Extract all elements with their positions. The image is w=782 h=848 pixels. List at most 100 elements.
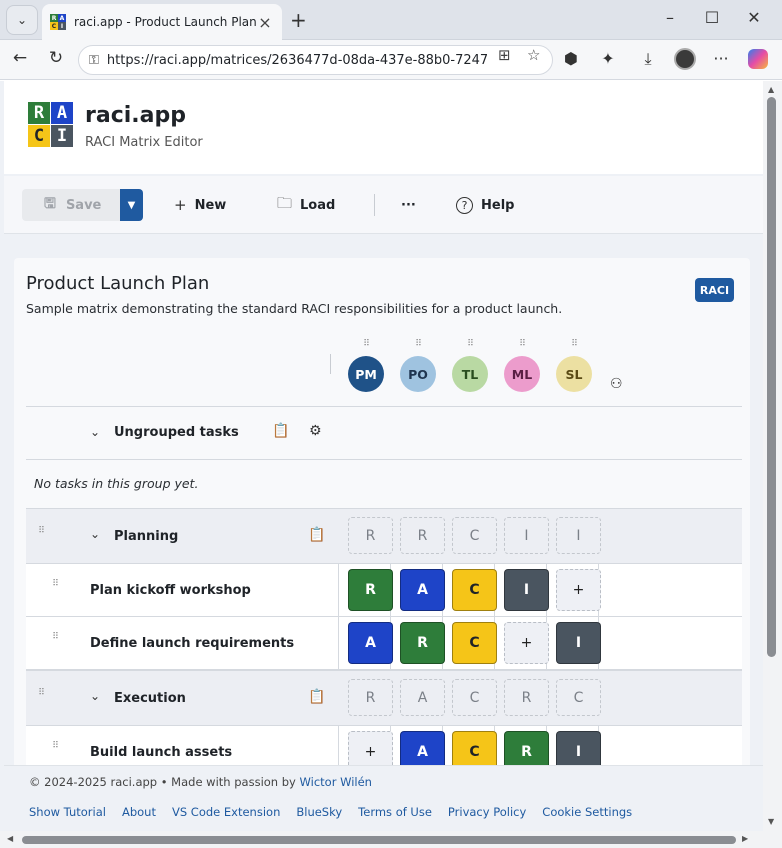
site-info-icon[interactable]: ⚿ — [89, 53, 99, 68]
footer-link-cookie-settings[interactable]: Cookie Settings — [542, 805, 632, 819]
chevron-down-icon: ⌄ — [16, 13, 28, 27]
task-drag-handle[interactable]: ⠿ — [48, 633, 62, 642]
save-options-dropdown[interactable]: ▼ — [120, 189, 143, 221]
footer-link-privacy[interactable]: Privacy Policy — [448, 805, 526, 819]
vertical-scroll-thumb[interactable] — [767, 97, 776, 657]
minimize-icon[interactable]: – — [658, 8, 682, 27]
matrix-title[interactable]: Product Launch Plan — [26, 273, 209, 294]
group-row: ⠿ ⌄ Execution 📋 R A C R C — [26, 670, 742, 726]
add-role-cell[interactable]: + — [504, 622, 549, 664]
task-name[interactable]: Plan kickoff workshop — [90, 583, 251, 598]
tab-close-icon[interactable]: × — [256, 13, 274, 32]
browser-toolbar: ← ↻ ⚿ https://raci.app/matrices/2636477d… — [0, 40, 782, 80]
footer-links: Show Tutorial About VS Code Extension Bl… — [29, 805, 632, 819]
author-link[interactable]: Wictor Wilén — [300, 775, 372, 789]
add-role-cell[interactable]: + — [556, 569, 601, 611]
chevron-down-icon[interactable]: ⌄ — [90, 689, 100, 703]
horizontal-scrollbar[interactable]: ◀ ▶ — [0, 831, 782, 848]
app-available-icon[interactable]: ⊞ — [498, 46, 511, 64]
raci-role-cell[interactable]: A — [348, 622, 393, 664]
scroll-down-icon[interactable]: ▼ — [768, 817, 774, 826]
group-summary-cell: I — [504, 517, 549, 554]
page-viewport: R A C I raci.app RACI Matrix Editor 🖫 Sa… — [0, 81, 763, 831]
horizontal-scroll-thumb[interactable] — [22, 836, 736, 844]
logo-letter-i: I — [51, 125, 73, 147]
tab-actions-button[interactable]: ⌄ — [6, 5, 38, 35]
help-button[interactable]: ? Help — [456, 189, 514, 221]
raci-role-cell[interactable]: I — [556, 622, 601, 664]
footer-link-vscode-extension[interactable]: VS Code Extension — [172, 805, 280, 819]
raci-role-cell[interactable]: I — [504, 569, 549, 611]
task-name[interactable]: Build launch assets — [90, 745, 232, 760]
back-arrow-icon[interactable]: ← — [8, 48, 32, 68]
raci-role-cell[interactable]: R — [400, 622, 445, 664]
matrix-description[interactable]: Sample matrix demonstrating the standard… — [26, 301, 562, 316]
more-button[interactable]: ··· — [401, 189, 416, 221]
person-avatar[interactable]: PM — [348, 356, 384, 392]
task-drag-handle[interactable]: ⠿ — [48, 742, 62, 751]
load-button[interactable]: 🗀 Load — [277, 189, 335, 221]
chevron-down-icon: ▼ — [127, 199, 136, 211]
group-drag-handle[interactable]: ⠿ — [34, 689, 48, 698]
extension-shield-icon[interactable]: ⬢ — [560, 49, 582, 68]
person-drag-handle[interactable]: ⠿ — [463, 340, 477, 349]
add-task-icon[interactable]: 📋 — [308, 689, 325, 705]
vertical-scrollbar[interactable]: ▲ ▼ — [763, 81, 782, 831]
maximize-icon[interactable]: ☐ — [700, 8, 724, 27]
chevron-down-icon[interactable]: ⌄ — [90, 425, 100, 439]
reload-icon[interactable]: ↻ — [44, 48, 68, 68]
person-avatar[interactable]: TL — [452, 356, 488, 392]
person-avatar[interactable]: SL — [556, 356, 592, 392]
browser-tab[interactable]: RA CI raci.app - Product Launch Plan × — [42, 4, 282, 40]
load-label: Load — [300, 197, 336, 213]
footer-link-about[interactable]: About — [122, 805, 156, 819]
folder-icon: 🗀 — [277, 193, 293, 212]
person-drag-handle[interactable]: ⠿ — [515, 340, 529, 349]
copilot-icon[interactable] — [748, 49, 768, 69]
ungrouped-group-row: ⌄ Ungrouped tasks 📋 ⚙ — [26, 407, 742, 460]
profile-avatar[interactable] — [674, 48, 696, 70]
person-drag-handle[interactable]: ⠿ — [411, 340, 425, 349]
scroll-up-icon[interactable]: ▲ — [768, 85, 774, 94]
person-drag-handle[interactable]: ⠿ — [359, 340, 373, 349]
person-avatar[interactable]: PO — [400, 356, 436, 392]
footer-link-show-tutorial[interactable]: Show Tutorial — [29, 805, 106, 819]
add-group-icon[interactable]: ⚙ — [309, 423, 322, 439]
group-summary-cell: C — [452, 679, 497, 716]
add-task-icon[interactable]: 📋 — [308, 527, 325, 543]
add-person-icon[interactable]: ⚇ — [610, 376, 623, 392]
raci-favicon-icon: RA CI — [50, 14, 66, 30]
scroll-right-icon[interactable]: ▶ — [742, 834, 748, 843]
add-task-icon[interactable]: 📋 — [272, 423, 289, 439]
people-divider — [330, 354, 331, 374]
raci-role-cell[interactable]: R — [348, 569, 393, 611]
person-avatar[interactable]: ML — [504, 356, 540, 392]
footer-link-bluesky[interactable]: BlueSky — [296, 805, 342, 819]
save-button[interactable]: 🖫 Save — [22, 189, 120, 221]
raci-role-cell[interactable]: C — [452, 622, 497, 664]
raci-role-cell[interactable]: A — [400, 569, 445, 611]
extensions-puzzle-icon[interactable]: ✦ — [597, 49, 619, 68]
url-text: https://raci.app/matrices/2636477d-08da-… — [106, 52, 487, 68]
group-summary-cell: R — [504, 679, 549, 716]
footer-link-terms[interactable]: Terms of Use — [358, 805, 432, 819]
matrix-type-badge[interactable]: RACI — [695, 278, 734, 302]
new-button[interactable]: + New — [174, 189, 226, 221]
task-name[interactable]: Define launch requirements — [90, 636, 294, 651]
copyright-prefix: © 2024-2025 raci.app • Made with passion… — [29, 775, 300, 789]
address-bar[interactable]: ⚿ https://raci.app/matrices/2636477d-08d… — [78, 45, 553, 75]
new-tab-icon[interactable]: + — [290, 8, 307, 32]
person-drag-handle[interactable]: ⠿ — [567, 340, 581, 349]
downloads-icon[interactable]: ⤓ — [637, 49, 659, 69]
group-row: ⠿ ⌄ Planning 📋 R R C I I — [26, 508, 742, 564]
app-footer: © 2024-2025 raci.app • Made with passion… — [4, 765, 763, 831]
group-drag-handle[interactable]: ⠿ — [34, 527, 48, 536]
more-options-icon[interactable]: ··· — [710, 49, 732, 68]
task-drag-handle[interactable]: ⠿ — [48, 580, 62, 589]
scroll-left-icon[interactable]: ◀ — [7, 834, 13, 843]
favorite-star-icon[interactable]: ☆ — [527, 46, 540, 64]
chevron-down-icon[interactable]: ⌄ — [90, 527, 100, 541]
close-window-icon[interactable]: ✕ — [742, 8, 766, 27]
raci-role-cell[interactable]: C — [452, 569, 497, 611]
group-summary-cell: C — [556, 679, 601, 716]
